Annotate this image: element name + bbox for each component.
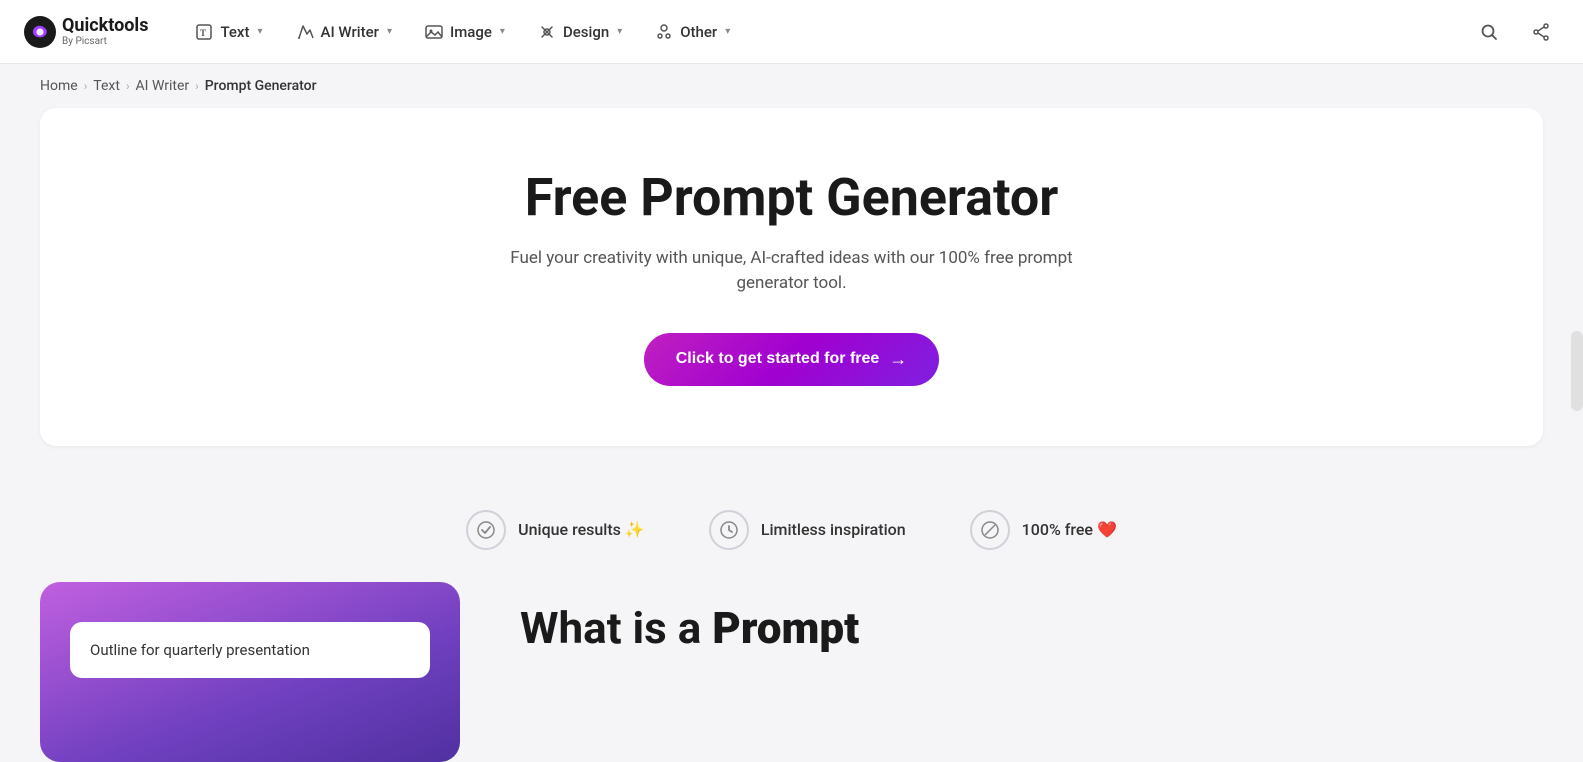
feature-unique: Unique results ✨: [466, 510, 645, 550]
share-icon: [1531, 22, 1551, 42]
nav-item-other[interactable]: Other ▾: [640, 14, 744, 50]
other-chevron-icon: ▾: [725, 26, 730, 37]
unique-label: Unique results ✨: [518, 520, 645, 539]
other-nav-icon: [654, 22, 674, 42]
hero-subtitle: Fuel your creativity with unique, AI-cra…: [492, 246, 1092, 297]
what-is-title: What is a Prompt: [520, 602, 859, 655]
cta-arrow-icon: →: [889, 349, 907, 370]
svg-text:T: T: [200, 28, 206, 38]
unique-icon-circle: [466, 510, 506, 550]
breadcrumb-sep-3: ›: [195, 79, 199, 93]
nav-ai-writer-label: AI Writer: [321, 23, 379, 41]
nav-items: T Text ▾ AI Writer ▾ Image ▾ Design: [180, 14, 1463, 50]
nav-image-label: Image: [450, 23, 492, 41]
ai-writer-nav-icon: [295, 22, 315, 42]
timer-icon: [720, 521, 738, 539]
image-chevron-icon: ▾: [500, 26, 505, 37]
what-is-bold: Prompt: [712, 602, 859, 654]
nav-item-text[interactable]: T Text ▾: [180, 14, 276, 50]
logo-icon: [24, 16, 56, 48]
nav-other-label: Other: [680, 23, 717, 41]
design-nav-icon: [537, 22, 557, 42]
free-icon-circle: [970, 510, 1010, 550]
limitless-icon-circle: [709, 510, 749, 550]
features-strip: Unique results ✨ Limitless inspiration 1…: [0, 478, 1583, 582]
limitless-label: Limitless inspiration: [761, 520, 906, 539]
nav-text-label: Text: [220, 23, 249, 41]
scrollbar[interactable]: [1571, 331, 1583, 411]
no-cost-icon: [981, 521, 999, 539]
hero-title: Free Prompt Generator: [80, 168, 1503, 228]
feature-limitless: Limitless inspiration: [709, 510, 906, 550]
nav-item-ai-writer[interactable]: AI Writer ▾: [281, 14, 406, 50]
nav-right: [1471, 14, 1559, 50]
feature-free: 100% free ❤️: [970, 510, 1117, 550]
logo[interactable]: Quicktools By Picsart: [24, 16, 148, 48]
image-nav-icon: [424, 22, 444, 42]
demo-card: Outline for quarterly presentation: [40, 582, 460, 762]
logo-sub-text: By Picsart: [62, 36, 148, 47]
bottom-section: Outline for quarterly presentation What …: [0, 582, 1583, 762]
breadcrumb-sep-1: ›: [84, 79, 88, 93]
hero-section: Free Prompt Generator Fuel your creativi…: [40, 108, 1543, 446]
share-button[interactable]: [1523, 14, 1559, 50]
ai-writer-chevron-icon: ▾: [387, 26, 392, 37]
breadcrumb-home[interactable]: Home: [40, 78, 78, 94]
cta-button[interactable]: Click to get started for free →: [644, 333, 940, 386]
breadcrumb-text[interactable]: Text: [93, 78, 120, 94]
design-chevron-icon: ▾: [617, 26, 622, 37]
nav-item-design[interactable]: Design ▾: [523, 14, 636, 50]
text-nav-icon: T: [194, 22, 214, 42]
breadcrumb-current: Prompt Generator: [205, 78, 317, 94]
what-is-prefix: What is a: [520, 602, 712, 654]
breadcrumb: Home › Text › AI Writer › Prompt Generat…: [0, 64, 1583, 108]
search-icon: [1479, 22, 1499, 42]
demo-input-box: Outline for quarterly presentation: [70, 622, 430, 678]
breadcrumb-ai-writer[interactable]: AI Writer: [136, 78, 190, 94]
free-label: 100% free ❤️: [1022, 520, 1117, 539]
text-chevron-icon: ▾: [257, 26, 262, 37]
breadcrumb-sep-2: ›: [126, 79, 130, 93]
nav-design-label: Design: [563, 23, 609, 41]
navbar: Quicktools By Picsart T Text ▾ AI Writer…: [0, 0, 1583, 64]
what-is-section: What is a Prompt: [520, 582, 859, 675]
cta-label: Click to get started for free: [676, 350, 880, 368]
demo-input-text: Outline for quarterly presentation: [90, 641, 310, 659]
logo-main-text: Quicktools: [62, 16, 148, 36]
search-button[interactable]: [1471, 14, 1507, 50]
check-circle-icon: [477, 521, 495, 539]
nav-item-image[interactable]: Image ▾: [410, 14, 519, 50]
